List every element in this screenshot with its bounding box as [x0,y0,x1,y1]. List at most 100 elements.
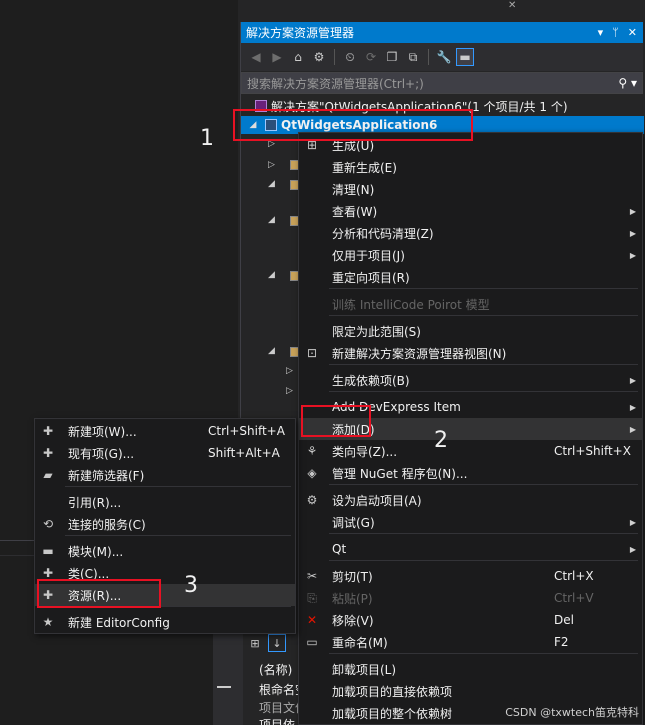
menu-item-icon: ⚘ [306,444,318,458]
menu-item-shortcut: Shift+Alt+A [208,446,280,460]
menu-separator [329,391,638,392]
menu-separator [329,533,638,534]
property-name: (名称) [259,663,293,677]
menu-item-shortcut: Ctrl+Shift+X [554,444,631,458]
annotation-number-1: 1 [200,126,214,151]
submenu-arrow-icon: ▶ [629,517,636,527]
sub_menu-item[interactable]: 引用(R)... [35,491,295,513]
search-icon[interactable]: ⚲ ▾ [618,76,637,90]
submenu-arrow-icon: ▶ [629,424,636,434]
menu-item-label: 查看(W) [332,204,378,219]
context_menu-item[interactable]: 限定为此范围(S) [299,320,642,342]
menu-item-label: 剪切(T) [332,569,373,584]
context_menu-item[interactable]: ◈ 管理 NuGet 程序包(N)... [299,462,642,484]
context_menu-item[interactable]: 清理(N) [299,178,642,200]
context_menu-item: ⎘ 粘贴(P) Ctrl+V [299,587,642,609]
context_menu-item[interactable]: Qt ▶ [299,538,642,560]
submenu-arrow-icon: ▶ [629,402,636,412]
collapse-arrow-icon[interactable]: ◢ [268,346,275,356]
pending-changes-icon[interactable]: ⏲ [341,48,359,66]
pin-icon[interactable]: ᛘ [612,26,619,39]
menu-separator [65,535,291,536]
preview-icon[interactable]: ▬ [456,48,474,66]
menu-item-icon: ⚙ [306,493,318,507]
toolbar-separator [428,49,429,65]
context_menu-item[interactable]: 查看(W) ▶ [299,200,642,222]
expand-arrow-icon[interactable]: ▷ [286,366,293,376]
context_menu-item[interactable]: ✕ 移除(V) Del [299,609,642,631]
context_menu-item[interactable]: ⚙ 设为启动项目(A) [299,489,642,511]
menu-item-icon: ▭ [306,635,318,649]
close-icon[interactable]: ✕ [628,26,637,39]
collapse-arrow-icon[interactable]: ◢ [268,215,275,225]
submenu-arrow-icon: ▶ [629,228,636,238]
close-icon[interactable]: ✕ [508,0,516,11]
annotation-box-2 [301,405,371,437]
home-icon[interactable]: ⌂ [289,48,307,66]
context_menu-item[interactable]: 重定向项目(R) [299,266,642,288]
forward-icon[interactable]: ▶ [268,48,286,66]
menu-separator [329,364,638,365]
dropdown-icon[interactable]: ▾ [598,26,604,39]
categorized-icon[interactable]: ⊞ [246,634,264,652]
menu-separator [329,484,638,485]
context_menu-item[interactable]: 生成依赖项(B) ▶ [299,369,642,391]
annotation-box-1 [233,109,473,141]
sub_menu-item[interactable]: ★ 新建 EditorConfig [35,611,295,633]
sub_menu-item[interactable]: ✚ 新建项(W)... Ctrl+Shift+A [35,420,295,442]
properties-icon[interactable]: 🔧 [435,48,453,66]
context_menu-item[interactable]: 仅用于项目(J) ▶ [299,244,642,266]
context_menu-item[interactable]: 分析和代码清理(Z) ▶ [299,222,642,244]
menu-item-icon: ✕ [306,613,318,627]
sub_menu-item[interactable]: ▰ 新建筛选器(F) [35,464,295,486]
context_menu-item[interactable]: 重新生成(E) [299,156,642,178]
submenu-arrow-icon: ▶ [629,250,636,260]
divider [217,686,231,688]
context_menu-item[interactable]: 调试(G) ▶ [299,511,642,533]
menu-item-icon: ◈ [307,466,317,480]
expand-arrow-icon[interactable]: ▷ [268,160,275,170]
search-box[interactable]: 搜索解决方案资源管理器(Ctrl+;) ⚲ ▾ [241,72,643,94]
sub_menu-item[interactable]: ▬ 模块(M)... [35,540,295,562]
collapse-arrow-icon[interactable]: ◢ [268,270,275,280]
menu-item-shortcut: F2 [554,635,569,649]
back-icon[interactable]: ◀ [247,48,265,66]
menu-item-label: Qt [332,542,347,556]
show-all-files-icon[interactable]: ⧉ [404,48,422,66]
menu-item-icon: ⊡ [306,346,318,360]
menu-item-label: 清理(N) [332,182,375,197]
menu-item-label: 重定向项目(R) [332,270,410,285]
context_menu-item[interactable]: ▭ 重命名(M) F2 [299,631,642,653]
menu-item-label: 卸载项目(L) [332,662,397,677]
expand-arrow-icon[interactable]: ▷ [286,386,293,396]
menu-item-label: 设为启动项目(A) [332,493,422,508]
menu-item-label: 引用(R)... [68,495,122,510]
context_menu-item[interactable]: ⊡ 新建解决方案资源管理器视图(N) [299,342,642,364]
menu-item-shortcut: Ctrl+X [554,569,594,583]
menu-item-label: 现有项(G)... [68,446,135,461]
search-input[interactable]: 搜索解决方案资源管理器(Ctrl+;) [247,75,424,92]
property-name: 项目依 [259,718,296,725]
menu-item-label: 仅用于项目(J) [332,248,405,263]
alphabetical-icon[interactable]: ↓ [268,634,286,652]
menu-item-label: 限定为此范围(S) [332,324,421,339]
context_menu-item[interactable]: 加载项目的直接依赖项 [299,680,642,702]
context_menu-item[interactable]: ✂ 剪切(T) Ctrl+X [299,565,642,587]
menu-item-label: 连接的服务(C) [68,517,146,532]
sub_menu-item[interactable]: ⟲ 连接的服务(C) [35,513,295,535]
menu-item-shortcut: Ctrl+Shift+A [208,424,285,438]
menu-item-label: 管理 NuGet 程序包(N)... [332,466,468,481]
context_menu-item[interactable]: ⚘ 类向导(Z)... Ctrl+Shift+X [299,440,642,462]
menu-separator [329,315,638,316]
sub_menu-item[interactable]: ✚ 现有项(G)... Shift+Alt+A [35,442,295,464]
menu-item-icon: ✚ [42,424,54,438]
sync-icon[interactable]: ⟳ [362,48,380,66]
menu-separator [329,288,638,289]
context_menu-item[interactable]: 卸载项目(L) [299,658,642,680]
collapse-all-icon[interactable]: ❐ [383,48,401,66]
collapse-arrow-icon[interactable]: ◢ [268,179,275,189]
menu-item-label: 重命名(M) [332,635,388,650]
submenu-arrow-icon: ▶ [629,206,636,216]
menu-item-label: 加载项目的直接依赖项 [332,684,453,699]
switch-views-icon[interactable]: ⚙ [310,48,328,66]
